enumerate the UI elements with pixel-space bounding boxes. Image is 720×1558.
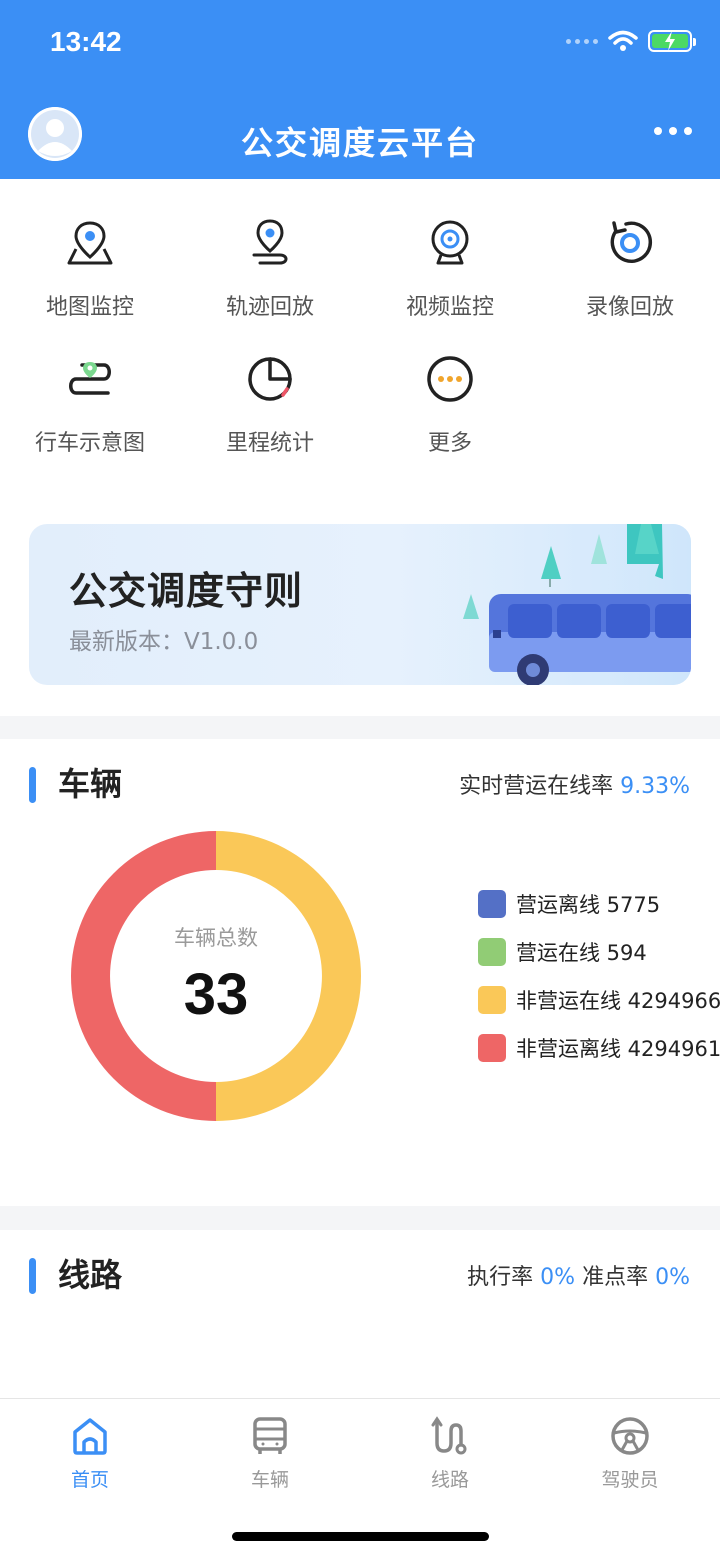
- chart-legend: 营运离线 5775 营运在线 594 非营运在线 4294966 非营运离线 4…: [478, 889, 720, 1081]
- menu-item-mileage-stats[interactable]: 里程统计: [180, 351, 360, 457]
- legend-label: 非营运在线 4294966: [516, 988, 720, 1013]
- exec-rate-value: 0%: [540, 1265, 576, 1290]
- route-icon: [431, 1416, 467, 1455]
- menu-item-route-diagram[interactable]: 行车示意图: [0, 351, 180, 457]
- tab-label: 线路: [430, 1469, 469, 1491]
- steering-wheel-icon: [611, 1417, 649, 1455]
- map-pin-icon: [62, 215, 118, 271]
- tab-vehicles[interactable]: 车辆: [180, 1415, 360, 1492]
- menu-item-video-monitor[interactable]: 视频监控: [360, 215, 540, 321]
- tab-label: 驾驶员: [601, 1469, 659, 1491]
- vehicle-total: 33: [183, 962, 249, 1027]
- online-rate: 实时营运在线率 9.33%: [459, 768, 690, 800]
- bus-illustration: [401, 524, 691, 685]
- legend-label: 营运在线 594: [516, 940, 647, 965]
- signal-icon: [566, 38, 598, 44]
- tab-routes[interactable]: 线路: [360, 1415, 540, 1492]
- camera-icon: [422, 215, 478, 271]
- legend-swatch: [478, 889, 506, 918]
- vehicle-section: 车辆 实时营运在线率 9.33% 车辆总数 33 营运离线 5775 营运在线 …: [0, 739, 720, 1206]
- menu-label: 里程统计: [225, 431, 314, 456]
- legend-label: 非营运离线 4294961: [516, 1036, 720, 1061]
- section-accent-bar: [29, 1258, 36, 1294]
- tab-drivers[interactable]: 驾驶员: [540, 1415, 720, 1492]
- route-diagram-icon: [62, 351, 118, 407]
- ontime-rate-label: 准点率: [582, 1265, 649, 1290]
- online-rate-value: 9.33%: [620, 774, 690, 799]
- tab-label: 首页: [70, 1469, 109, 1491]
- ontime-rate-value: 0%: [655, 1265, 690, 1290]
- quick-menu-grid: 地图监控 轨迹回放 视频监控 录像回放 行车示意图 里程统计 更多: [0, 215, 720, 457]
- donut-caption: 车辆总数: [174, 926, 258, 950]
- menu-label: 轨迹回放: [225, 295, 314, 320]
- legend-swatch: [478, 1033, 506, 1062]
- bottom-tab-bar: 首页 车辆 线路 驾驶员: [0, 1398, 720, 1558]
- menu-label: 更多: [427, 431, 472, 456]
- menu-label: 录像回放: [585, 295, 674, 320]
- wifi-icon: [608, 30, 638, 51]
- route-section-title: 线路: [58, 1256, 123, 1294]
- status-icons: [566, 30, 696, 52]
- route-section: 线路 执行率 0% 准点率 0%: [0, 1230, 720, 1400]
- menu-item-more[interactable]: 更多: [360, 351, 540, 457]
- legend-item[interactable]: 非营运在线 4294966: [478, 985, 720, 1014]
- legend-item[interactable]: 营运在线 594: [478, 937, 720, 966]
- home-icon: [73, 1418, 107, 1455]
- page-title: 公交调度云平台: [240, 124, 479, 162]
- track-pin-icon: [242, 215, 298, 271]
- legend-item[interactable]: 非营运离线 4294961: [478, 1033, 720, 1062]
- online-rate-label: 实时营运在线率: [459, 774, 614, 799]
- banner-version: 最新版本：V1.0.0: [69, 629, 259, 655]
- menu-label: 行车示意图: [34, 431, 145, 456]
- quick-menu-panel: 地图监控 轨迹回放 视频监控 录像回放 行车示意图 里程统计 更多 公交调度守则…: [0, 179, 720, 716]
- more-icon: [422, 351, 478, 407]
- bus-icon: [253, 1417, 287, 1454]
- banner-title: 公交调度守则: [69, 569, 304, 613]
- menu-item-map-monitor[interactable]: 地图监控: [0, 215, 180, 321]
- rules-banner[interactable]: 公交调度守则 最新版本：V1.0.0: [29, 524, 691, 685]
- more-options-icon[interactable]: [654, 127, 692, 135]
- legend-swatch: [478, 985, 506, 1014]
- tab-label: 车辆: [250, 1469, 289, 1491]
- status-time: 13:42: [50, 26, 122, 57]
- menu-label: 视频监控: [405, 295, 494, 320]
- legend-swatch: [478, 937, 506, 966]
- legend-item[interactable]: 营运离线 5775: [478, 889, 720, 918]
- tab-home[interactable]: 首页: [0, 1415, 180, 1492]
- replay-icon: [602, 215, 658, 271]
- menu-item-track-replay[interactable]: 轨迹回放: [180, 215, 360, 321]
- vehicle-section-title: 车辆: [58, 765, 123, 803]
- pie-chart-icon: [242, 351, 298, 407]
- home-indicator: [232, 1532, 489, 1541]
- menu-label: 地图监控: [45, 295, 134, 320]
- exec-rate-label: 执行率: [467, 1265, 534, 1290]
- section-accent-bar: [29, 767, 36, 803]
- route-stats: 执行率 0% 准点率 0%: [467, 1259, 690, 1291]
- app-header: 13:42 公交调度云平台: [0, 0, 720, 179]
- menu-item-recording-replay[interactable]: 录像回放: [540, 215, 720, 321]
- battery-icon: [648, 30, 696, 52]
- legend-label: 营运离线 5775: [516, 892, 661, 917]
